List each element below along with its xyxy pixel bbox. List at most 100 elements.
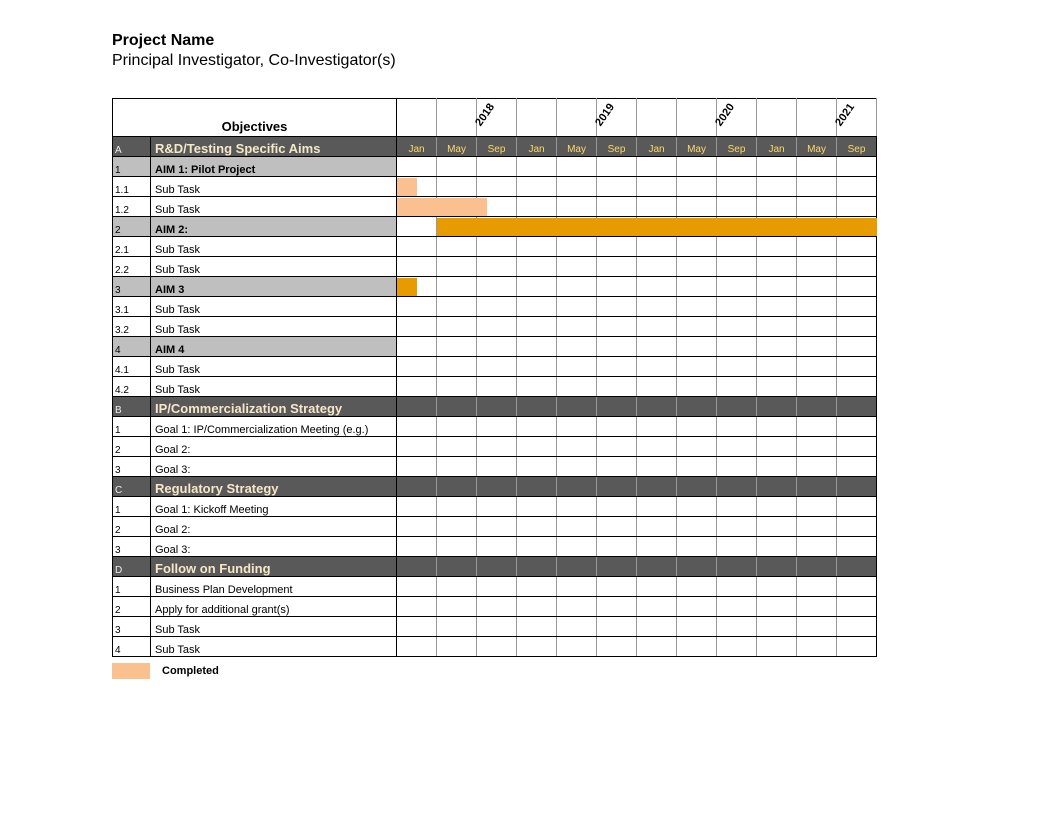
timeline-cell: [797, 277, 837, 297]
timeline-cell: [517, 417, 557, 437]
timeline-cell: [557, 397, 597, 417]
timeline-cell: [757, 417, 797, 437]
timeline-cell: [517, 537, 557, 557]
timeline-cell: [677, 357, 717, 377]
timeline-cell: [557, 177, 597, 197]
timeline-cell: [677, 397, 717, 417]
timeline-cell: [757, 457, 797, 477]
timeline-cell: [757, 197, 797, 217]
row-index: 2: [113, 517, 151, 537]
timeline-cell: [437, 317, 477, 337]
timeline-cell: [837, 397, 877, 417]
year-cell: [637, 99, 677, 137]
timeline-cell: [677, 417, 717, 437]
timeline-cell: [797, 337, 837, 357]
task-row: 1.1Sub Task: [113, 177, 877, 197]
timeline-cell: [637, 557, 677, 577]
timeline-cell: [637, 537, 677, 557]
timeline-cell: [477, 517, 517, 537]
row-index: 1: [113, 497, 151, 517]
timeline-cell: [437, 577, 477, 597]
timeline-cell: [517, 297, 557, 317]
timeline-cell: [557, 517, 597, 537]
timeline-cell: [757, 437, 797, 457]
row-label: Goal 2:: [151, 517, 397, 537]
row-label: IP/Commercialization Strategy: [151, 397, 397, 417]
timeline-cell: [837, 417, 877, 437]
timeline-cell: [437, 157, 477, 177]
section-row: CRegulatory Strategy: [113, 477, 877, 497]
timeline-cell: May: [557, 137, 597, 157]
timeline-cell: [397, 437, 437, 457]
timeline-cell: [717, 497, 757, 517]
timeline-cell: [397, 457, 437, 477]
timeline-cell: [557, 317, 597, 337]
row-index: 2.2: [113, 257, 151, 277]
timeline-cell: [757, 237, 797, 257]
timeline-cell: [557, 277, 597, 297]
timeline-cell: [557, 197, 597, 217]
timeline-cell: [437, 237, 477, 257]
timeline-cell: [597, 197, 637, 217]
timeline-cell: [477, 317, 517, 337]
timeline-cell: [437, 537, 477, 557]
timeline-cell: [677, 317, 717, 337]
year-cell: [797, 99, 837, 137]
gantt-bar-active: [397, 278, 417, 296]
timeline-cell: [797, 197, 837, 217]
timeline-cell: [757, 377, 797, 397]
timeline-cell: [677, 617, 717, 637]
row-index: 1: [113, 417, 151, 437]
timeline-cell: [397, 237, 437, 257]
timeline-cell: [437, 377, 477, 397]
gantt-bar-completed: [397, 198, 487, 216]
timeline-cell: [557, 357, 597, 377]
year-cell: [517, 99, 557, 137]
timeline-cell: [757, 157, 797, 177]
timeline-cell: [557, 157, 597, 177]
timeline-cell: [477, 437, 517, 457]
timeline-cell: [797, 297, 837, 317]
timeline-cell: [677, 197, 717, 217]
timeline-cell: [837, 237, 877, 257]
timeline-cell: [757, 537, 797, 557]
timeline-cell: [557, 297, 597, 317]
row-label: Sub Task: [151, 237, 397, 257]
timeline-cell: [717, 317, 757, 337]
timeline-cell: [437, 437, 477, 457]
timeline-cell: [397, 577, 437, 597]
timeline-cell: [757, 637, 797, 657]
timeline-cell: [397, 537, 437, 557]
timeline-cell: [637, 377, 677, 397]
aim-row: 4AIM 4: [113, 337, 877, 357]
timeline-cell: [517, 377, 557, 397]
year-cell: 2021: [837, 99, 877, 137]
timeline-cell: [837, 197, 877, 217]
timeline-cell: [637, 457, 677, 477]
timeline-cell: [837, 257, 877, 277]
timeline-cell: [797, 437, 837, 457]
timeline-cell: [677, 337, 717, 357]
timeline-cell: [717, 617, 757, 637]
row-index: A: [113, 137, 151, 157]
row-index: 1: [113, 157, 151, 177]
timeline-cell: [717, 197, 757, 217]
timeline-cell: [637, 297, 677, 317]
page: Project Name Principal Investigator, Co-…: [0, 0, 1057, 719]
timeline-cell: [517, 357, 557, 377]
timeline-cell: [477, 237, 517, 257]
task-row: 1Business Plan Development: [113, 577, 877, 597]
timeline-cell: [557, 537, 597, 557]
timeline-cell: [597, 517, 637, 537]
timeline-cell: [637, 317, 677, 337]
timeline-cell: [477, 497, 517, 517]
timeline-cell: [637, 197, 677, 217]
timeline-cell: [717, 437, 757, 457]
timeline-cell: [717, 357, 757, 377]
timeline-cell: [637, 397, 677, 417]
timeline-cell: [597, 377, 637, 397]
year-row: Objectives 2018201920202021: [113, 99, 877, 137]
timeline-cell: [557, 237, 597, 257]
row-label: Follow on Funding: [151, 557, 397, 577]
timeline-cell: [757, 597, 797, 617]
